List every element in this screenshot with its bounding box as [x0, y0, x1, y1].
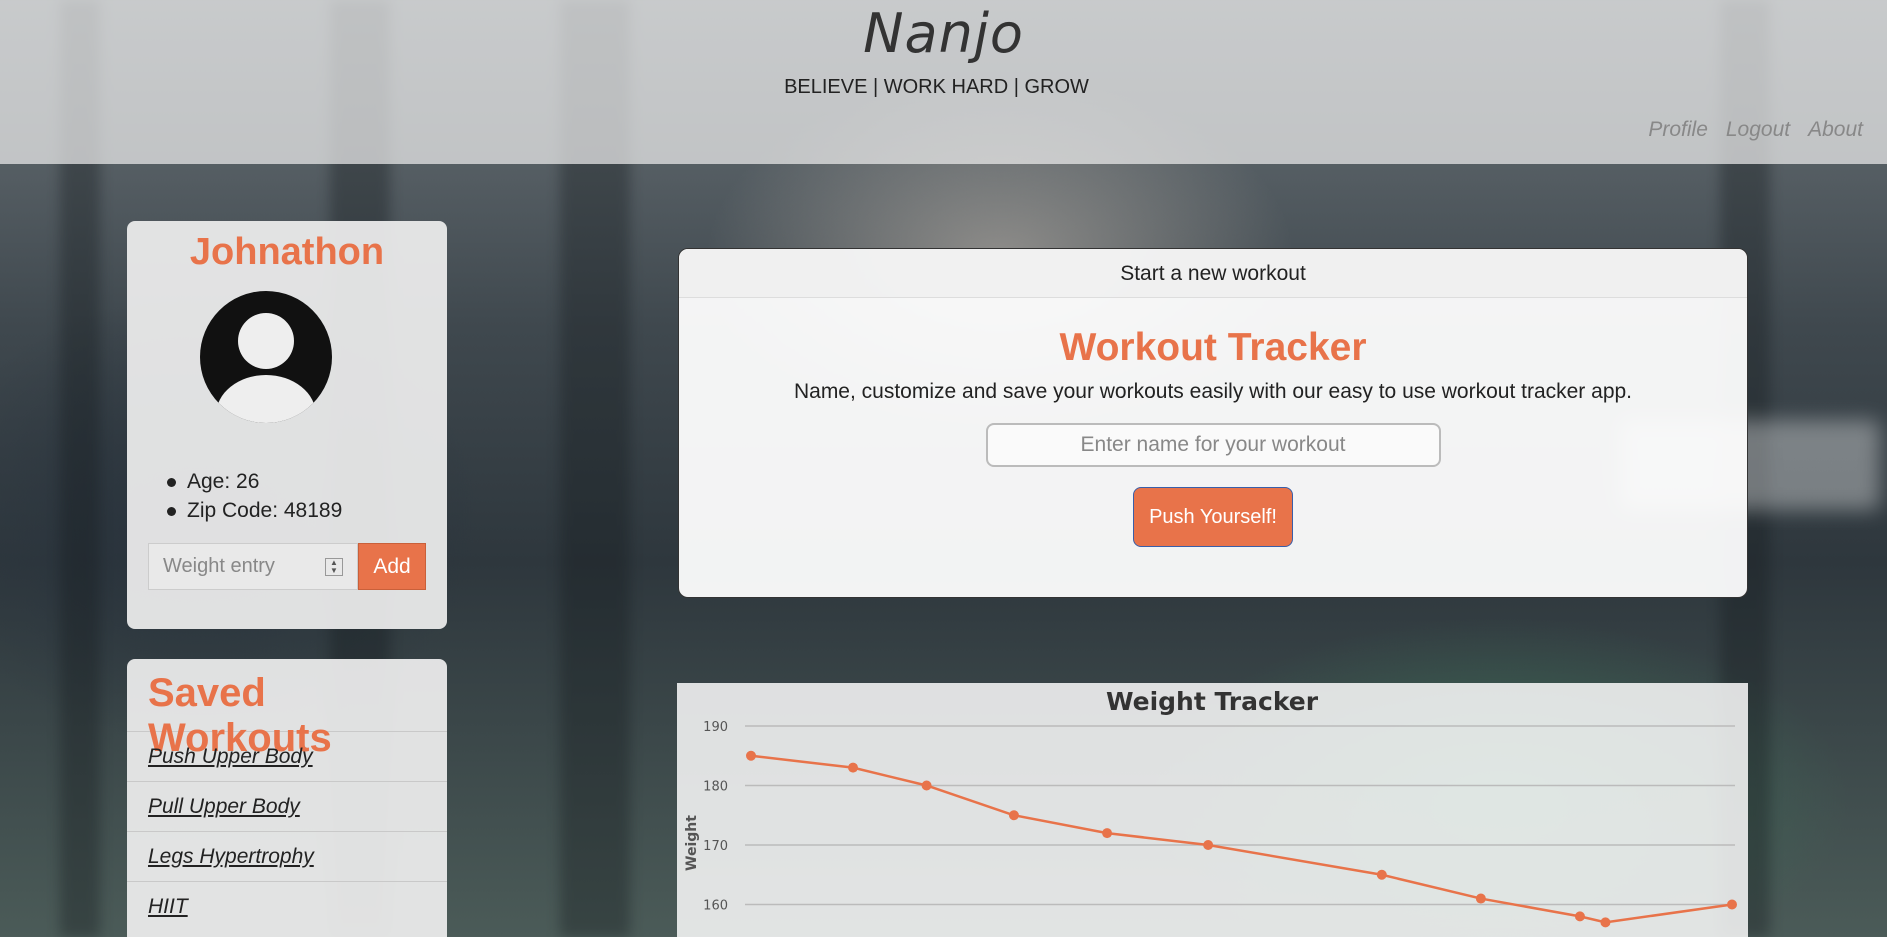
push-yourself-button[interactable]: Push Yourself!	[1133, 487, 1293, 547]
tracker-title: Workout Tracker	[1059, 326, 1367, 369]
chart-title: Weight Tracker	[1106, 687, 1319, 716]
workout-name-input[interactable]: Enter name for your workout	[985, 423, 1441, 467]
saved-workouts-list: Push Upper Body Pull Upper Body Legs Hyp…	[127, 731, 447, 931]
data-point	[1574, 911, 1585, 922]
avatar-icon	[200, 291, 332, 423]
tracker-card-header: Start a new workout	[679, 249, 1747, 298]
weight-chart-svg: Weight Tracker Weight 160 170 180 190	[684, 687, 1737, 928]
list-item: Legs Hypertrophy	[127, 831, 447, 881]
y-tick-label: 180	[703, 780, 728, 795]
nav-logout-link[interactable]: Logout	[1726, 118, 1790, 142]
workout-link[interactable]: Legs Hypertrophy	[148, 845, 314, 869]
list-item: Pull Upper Body	[127, 781, 447, 831]
y-tick-label: 190	[703, 720, 728, 735]
nav-profile-link[interactable]: Profile	[1648, 118, 1708, 142]
data-point	[1600, 917, 1611, 928]
workout-tracker-card: Start a new workout Workout Tracker Name…	[678, 248, 1748, 598]
saved-workouts-title: Saved Workouts	[148, 671, 332, 760]
weight-entry-input[interactable]: Weight entry ▲ ▼	[148, 543, 358, 590]
number-spinner-icon[interactable]: ▲ ▼	[325, 557, 343, 576]
weight-tracker-chart: Weight Tracker Weight 160 170 180 190	[677, 683, 1748, 937]
data-point	[1475, 893, 1486, 904]
age-fact: Age: 26	[167, 467, 342, 496]
profile-name: Johnathon	[189, 231, 385, 273]
add-weight-button[interactable]: Add	[358, 543, 426, 590]
data-point	[848, 762, 859, 773]
tracker-description: Name, customize and save your workouts e…	[793, 380, 1633, 403]
y-tick-label: 160	[703, 899, 728, 914]
data-point	[921, 780, 932, 791]
workout-link[interactable]: Push Upper Body	[148, 745, 313, 769]
data-point	[746, 750, 756, 761]
zip-fact: Zip Code: 48189	[167, 496, 342, 525]
workout-link[interactable]: HIIT	[148, 895, 188, 919]
tagline: BELIEVE | WORK HARD | GROW	[784, 76, 1089, 98]
data-point	[1102, 828, 1113, 839]
weight-entry-placeholder: Weight entry	[163, 555, 275, 577]
workout-link[interactable]: Pull Upper Body	[148, 795, 300, 819]
brand-logo-text[interactable]: Nanjo	[0, 2, 1887, 65]
data-point	[1203, 840, 1214, 850]
data-point	[1727, 899, 1737, 910]
saved-workouts-card: Saved Workouts Push Upper Body Pull Uppe…	[127, 659, 447, 937]
data-point	[1376, 869, 1387, 880]
list-item: HIIT	[127, 881, 447, 931]
series-line	[750, 754, 1733, 924]
data-point	[1008, 810, 1019, 821]
chart-y-axis-label: Weight	[684, 815, 700, 871]
profile-card: Johnathon Age: 26 Zip Code: 48189 Weight…	[127, 221, 447, 629]
top-nav: Profile Logout About	[1648, 118, 1863, 142]
profile-facts: Age: 26 Zip Code: 48189	[167, 467, 342, 525]
nav-about-link[interactable]: About	[1808, 118, 1863, 142]
weight-entry-row: Weight entry ▲ ▼ Add	[148, 543, 426, 590]
top-header: Nanjo BELIEVE | WORK HARD | GROW Profile…	[0, 0, 1887, 164]
y-tick-label: 170	[703, 839, 728, 854]
